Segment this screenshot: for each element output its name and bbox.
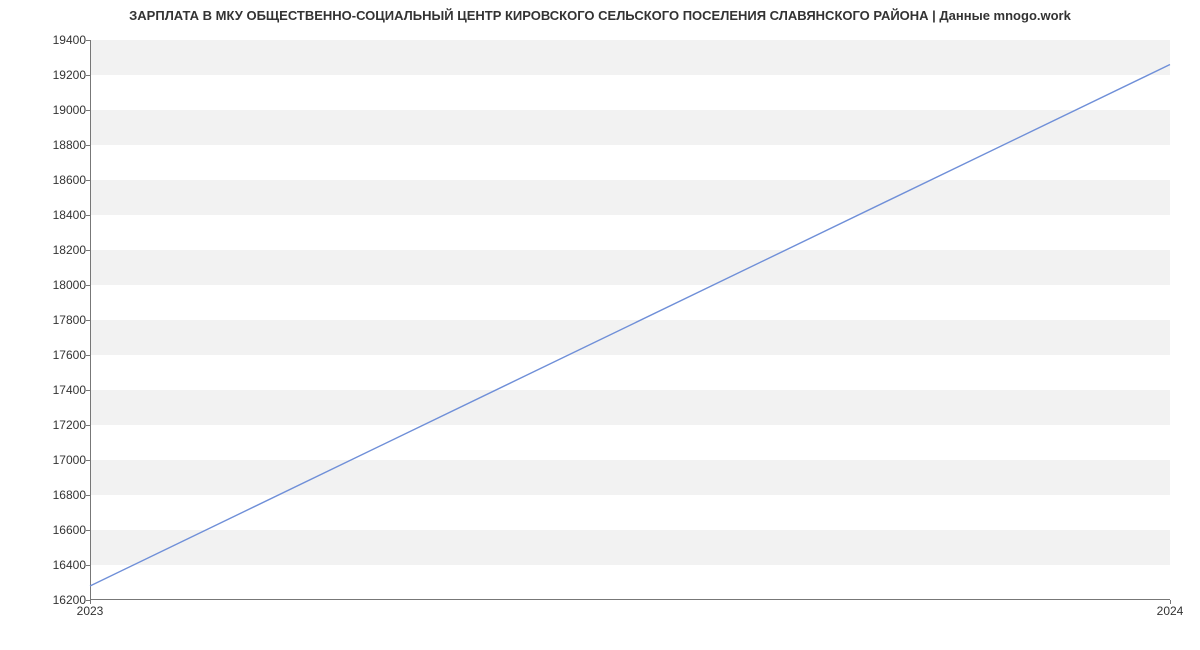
y-tick-label: 16200 [6, 593, 86, 607]
y-tick-mark [86, 425, 90, 426]
y-tick-mark [86, 565, 90, 566]
x-tick-label: 2023 [77, 604, 104, 618]
y-tick-mark [86, 145, 90, 146]
y-tick-label: 17400 [6, 383, 86, 397]
y-tick-label: 19400 [6, 33, 86, 47]
y-tick-mark [86, 110, 90, 111]
y-tick-mark [86, 390, 90, 391]
y-tick-label: 17800 [6, 313, 86, 327]
y-tick-mark [86, 75, 90, 76]
y-tick-mark [86, 460, 90, 461]
y-tick-label: 18800 [6, 138, 86, 152]
y-tick-label: 16400 [6, 558, 86, 572]
y-tick-label: 17200 [6, 418, 86, 432]
y-tick-mark [86, 495, 90, 496]
line-layer [90, 40, 1170, 600]
plot-area [90, 40, 1170, 600]
y-tick-label: 17000 [6, 453, 86, 467]
y-tick-label: 16600 [6, 523, 86, 537]
y-tick-mark [86, 215, 90, 216]
y-tick-mark [86, 40, 90, 41]
y-tick-label: 17600 [6, 348, 86, 362]
chart-title: ЗАРПЛАТА В МКУ ОБЩЕСТВЕННО-СОЦИАЛЬНЫЙ ЦЕ… [0, 8, 1200, 23]
y-tick-mark [86, 285, 90, 286]
y-tick-label: 19000 [6, 103, 86, 117]
y-tick-label: 16800 [6, 488, 86, 502]
x-tick-label: 2024 [1157, 604, 1184, 618]
y-tick-label: 18600 [6, 173, 86, 187]
y-tick-mark [86, 320, 90, 321]
y-tick-label: 18400 [6, 208, 86, 222]
y-tick-mark [86, 355, 90, 356]
y-tick-mark [86, 530, 90, 531]
y-tick-label: 19200 [6, 68, 86, 82]
y-tick-label: 18000 [6, 278, 86, 292]
y-tick-label: 18200 [6, 243, 86, 257]
x-tick-mark [1170, 600, 1171, 604]
x-tick-mark [90, 600, 91, 604]
series-line [90, 65, 1170, 587]
y-tick-mark [86, 250, 90, 251]
y-tick-mark [86, 180, 90, 181]
